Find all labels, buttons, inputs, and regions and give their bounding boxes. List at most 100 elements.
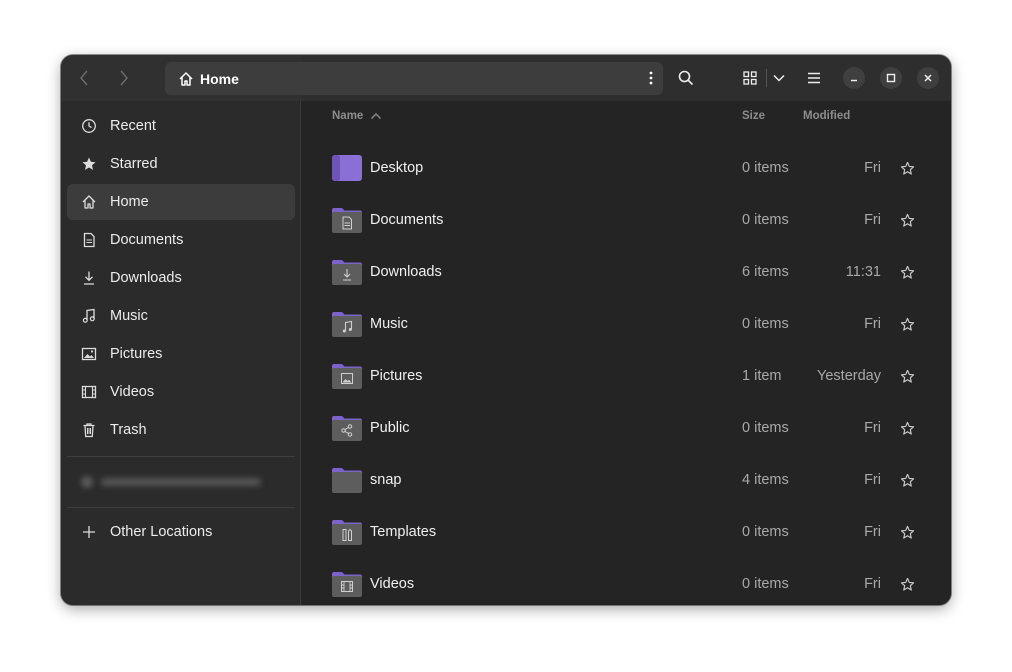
download-icon [80, 269, 98, 287]
search-button[interactable] [672, 64, 700, 92]
plus-icon [80, 523, 98, 541]
file-modified: Fri [864, 472, 881, 488]
column-header-modified[interactable]: Modified [803, 110, 850, 122]
sidebar-item-label: Trash [110, 422, 147, 438]
file-modified: Fri [864, 316, 881, 332]
sidebar-item-label: Videos [110, 384, 155, 400]
file-name: Desktop [370, 160, 424, 176]
list-item[interactable]: Music 0 items Fri [302, 300, 951, 352]
list-item[interactable]: Templates 0 items Fri [302, 508, 951, 560]
column-header-size[interactable]: Size [742, 110, 765, 122]
sidebar-item-music[interactable]: Music [67, 298, 295, 334]
sidebar-item-pictures[interactable]: Pictures [67, 336, 295, 372]
pictures-folder-icon [332, 364, 362, 389]
sidebar-item-label: Starred [110, 156, 158, 172]
list-item[interactable]: Downloads 6 items 11:31 [302, 248, 951, 300]
file-name: Templates [370, 524, 437, 540]
path-menu-icon[interactable] [649, 70, 653, 86]
sidebar-divider [67, 456, 295, 457]
file-size: 4 items [742, 472, 789, 488]
account-label-redacted [101, 478, 261, 486]
list-item[interactable]: snap 4 items Fri [302, 456, 951, 508]
file-size: 0 items [742, 160, 789, 176]
sidebar-item-label: Downloads [110, 270, 182, 286]
forward-button[interactable] [110, 65, 138, 91]
list-item[interactable]: Videos 0 items Fri [302, 560, 951, 605]
list-item[interactable]: Documents 0 items Fri [302, 196, 951, 248]
chevron-down-icon [773, 74, 785, 82]
picture-icon [80, 345, 98, 363]
close-button[interactable] [917, 67, 939, 89]
file-name: Pictures [370, 368, 423, 384]
file-name: Public [370, 420, 410, 436]
star-toggle-icon[interactable] [898, 263, 916, 281]
file-modified: Fri [864, 524, 881, 540]
file-modified: Yesterday [817, 368, 881, 384]
file-modified: 11:31 [845, 264, 881, 280]
document-icon [80, 231, 98, 249]
back-button[interactable] [70, 65, 98, 91]
public-folder-icon [332, 416, 362, 441]
star-toggle-icon[interactable] [898, 315, 916, 333]
sidebar-item-home[interactable]: Home [67, 184, 295, 220]
list-item[interactable]: Pictures 1 item Yesterday [302, 352, 951, 404]
sidebar-divider [67, 507, 295, 508]
view-options-button[interactable] [765, 64, 793, 92]
file-modified: Fri [864, 420, 881, 436]
star-toggle-icon[interactable] [898, 159, 916, 177]
sidebar-item-label: Other Locations [110, 524, 213, 540]
star-toggle-icon[interactable] [898, 367, 916, 385]
sidebar-item-label: Recent [110, 118, 156, 134]
folder-icon [332, 468, 362, 493]
file-list: Name Size Modified Desktop 0 items Fri D… [302, 101, 951, 605]
file-size: 0 items [742, 212, 789, 228]
account-icon [81, 476, 93, 488]
header-bar: Home [61, 55, 951, 101]
search-icon [678, 70, 694, 86]
sidebar-item-label: Pictures [110, 346, 163, 362]
list-item[interactable]: Public 0 items Fri [302, 404, 951, 456]
main-menu-button[interactable] [800, 64, 828, 92]
grid-view-button[interactable] [736, 64, 764, 92]
file-modified: Fri [864, 576, 881, 592]
downloads-folder-icon [332, 260, 362, 285]
desktop-folder-icon [332, 155, 362, 181]
file-name: Downloads [370, 264, 442, 280]
column-header-name[interactable]: Name [332, 110, 382, 122]
sidebar-item-trash[interactable]: Trash [67, 412, 295, 448]
chevron-right-icon [120, 70, 128, 86]
templates-folder-icon [332, 520, 362, 545]
star-toggle-icon[interactable] [898, 419, 916, 437]
minimize-button[interactable] [843, 67, 865, 89]
home-icon [178, 71, 194, 87]
file-name: Documents [370, 212, 444, 228]
list-item[interactable]: Desktop 0 items Fri [302, 144, 951, 196]
star-toggle-icon[interactable] [898, 523, 916, 541]
sidebar-item-recent[interactable]: Recent [67, 108, 295, 144]
path-bar[interactable]: Home [165, 62, 663, 95]
file-modified: Fri [864, 160, 881, 176]
sidebar-item-other-locations[interactable]: Other Locations [67, 514, 295, 550]
star-toggle-icon[interactable] [898, 471, 916, 489]
sidebar-item-videos[interactable]: Videos [67, 374, 295, 410]
sidebar-item-downloads[interactable]: Downloads [67, 260, 295, 296]
file-size: 6 items [742, 264, 789, 280]
file-size: 0 items [742, 316, 789, 332]
maximize-icon [886, 73, 896, 83]
sidebar-item-label: Music [110, 308, 148, 324]
account-item-blurred[interactable] [81, 475, 271, 489]
star-toggle-icon[interactable] [898, 575, 916, 593]
maximize-button[interactable] [880, 67, 902, 89]
sidebar-item-documents[interactable]: Documents [67, 222, 295, 258]
hamburger-menu-icon [808, 72, 820, 84]
grid-view-icon [743, 71, 757, 85]
trash-icon [80, 421, 98, 439]
file-size: 0 items [742, 420, 789, 436]
star-icon [80, 155, 98, 173]
file-size: 1 item [742, 368, 782, 384]
documents-folder-icon [332, 208, 362, 233]
star-toggle-icon[interactable] [898, 211, 916, 229]
file-modified: Fri [864, 212, 881, 228]
sidebar-item-starred[interactable]: Starred [67, 146, 295, 182]
file-name: snap [370, 472, 402, 488]
